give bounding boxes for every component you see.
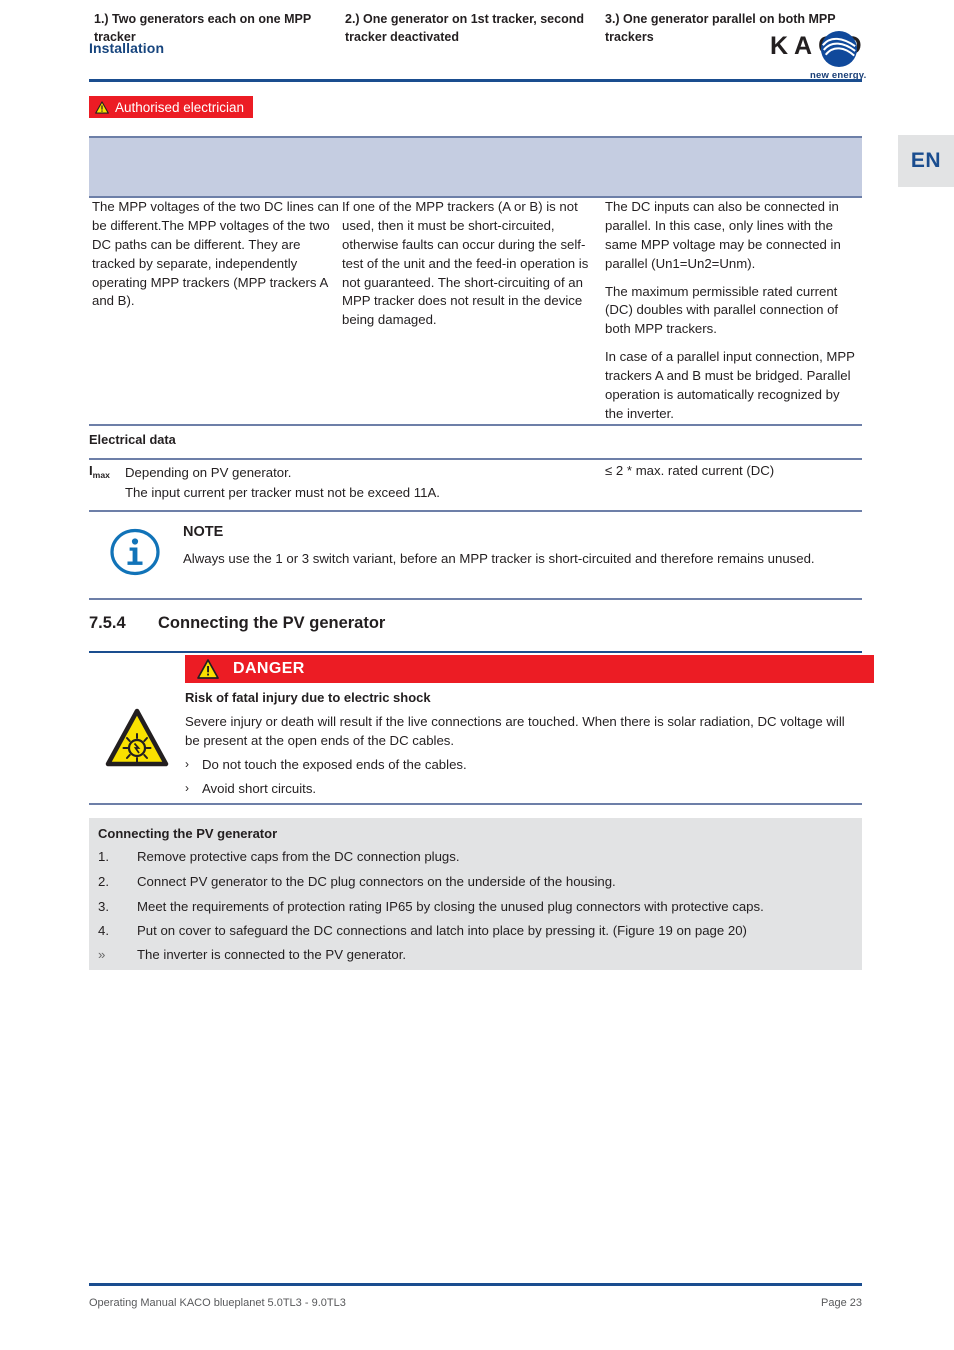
table-cell-col-3: The DC inputs can also be connected in p…	[605, 198, 860, 424]
electrical-data-symbol: Imax	[89, 463, 110, 480]
header-rule	[89, 79, 862, 82]
danger-body: Severe injury or death will result if th…	[185, 714, 845, 749]
note-bottom-rule	[89, 598, 862, 600]
danger-bullet: › Do not touch the exposed ends of the c…	[185, 757, 845, 772]
electrical-data-description: Depending on PV generator. The input cur…	[125, 463, 575, 503]
footer-rule	[89, 1283, 862, 1286]
electrical-data-description-line-1: Depending on PV generator.	[125, 465, 292, 480]
table-cell-paragraph: The DC inputs can also be connected in p…	[605, 199, 841, 271]
danger-label: DANGER	[233, 660, 305, 677]
section-number: 7.5.4	[89, 614, 126, 632]
procedure-step: 4. Put on cover to safeguard the DC conn…	[98, 923, 858, 938]
procedure-step: 1. Remove protective caps from the DC co…	[98, 849, 858, 864]
electrical-data-top-rule	[89, 424, 862, 426]
footer-page-number: Page 23	[821, 1297, 862, 1309]
procedure-title: Connecting the PV generator	[98, 826, 278, 841]
table-cell-col-2: If one of the MPP trackers (A or B) is n…	[342, 198, 604, 330]
danger-subtitle: Risk of fatal injury due to electric sho…	[185, 690, 431, 705]
authorised-electrician-label: Authorised electrician	[115, 99, 245, 115]
procedure-step-marker: 1.	[98, 849, 109, 864]
table-header-row	[89, 138, 862, 196]
solar-radiation-hazard-icon	[105, 708, 169, 767]
authorised-electrician-badge: Authorised electrician	[89, 96, 254, 118]
danger-bullet-marker: ›	[185, 757, 189, 771]
danger-bullet: › Avoid short circuits.	[185, 781, 845, 796]
electrical-data-description-line-2: The input current per tracker must not b…	[125, 484, 440, 500]
danger-bullet-text: Do not touch the exposed ends of the cab…	[202, 757, 467, 772]
table-header-col-1: 1.) Two generators each on one MPP track…	[94, 12, 311, 44]
danger-bullet-text: Avoid short circuits.	[202, 781, 317, 796]
procedure-step-text: Connect PV generator to the DC plug conn…	[137, 874, 616, 889]
language-tab-label: EN	[910, 149, 942, 172]
table-header-col-2: 2.) One generator on 1st tracker, second…	[345, 12, 584, 44]
table-cell-paragraph: The maximum permissible rated current (D…	[605, 283, 839, 337]
manual-page: Installation KACO new energy. EN Authori…	[0, 0, 954, 1350]
procedure-result-marker: »	[98, 947, 106, 962]
info-circle-icon	[110, 528, 160, 576]
electrical-data-symbol-subscript: max	[92, 470, 110, 480]
procedure-result: » The inverter is connected to the PV ge…	[98, 947, 858, 962]
warning-triangle-icon	[95, 100, 109, 114]
procedure-step-text: Meet the requirements of protection rati…	[137, 899, 764, 914]
table-cell-paragraph: In case of a parallel input connection, …	[605, 349, 855, 421]
note-body: Always use the 1 or 3 switch variant, be…	[183, 551, 815, 566]
table-cell-paragraph: The MPP voltages of the two DC lines can…	[92, 199, 339, 309]
note-title: NOTE	[183, 524, 224, 540]
procedure-step: 2. Connect PV generator to the DC plug c…	[98, 874, 858, 889]
procedure-step-text: Remove protective caps from the DC conne…	[137, 849, 460, 864]
warning-triangle-icon	[197, 659, 219, 679]
danger-top-rule	[89, 651, 862, 653]
procedure-step-marker: 2.	[98, 874, 109, 889]
table-cell-paragraph: If one of the MPP trackers (A or B) is n…	[342, 199, 589, 328]
table-cell-col-1: The MPP voltages of the two DC lines can…	[92, 198, 342, 311]
electrical-data-title: Electrical data	[89, 432, 176, 447]
electrical-data-bottom-rule	[89, 510, 862, 512]
table-header-col-3: 3.) One generator parallel on both MPP t…	[605, 12, 836, 44]
section-title: Connecting the PV generator	[158, 614, 386, 632]
procedure-step-marker: 3.	[98, 899, 109, 914]
footer-document-title: Operating Manual KACO blueplanet 5.0TL3 …	[89, 1297, 346, 1309]
danger-banner: DANGER	[185, 655, 874, 683]
procedure-step: 3. Meet the requirements of protection r…	[98, 899, 858, 914]
danger-bullet-marker: ›	[185, 781, 189, 795]
electrical-data-mid-rule	[89, 458, 862, 460]
electrical-data-value: ≤ 2 * max. rated current (DC)	[605, 463, 775, 478]
procedure-step-marker: 4.	[98, 923, 109, 938]
procedure-result-text: The inverter is connected to the PV gene…	[137, 947, 407, 962]
language-tab-en: EN	[898, 135, 954, 187]
procedure-step-text: Put on cover to safeguard the DC connect…	[137, 923, 747, 938]
danger-bottom-rule	[89, 803, 862, 805]
